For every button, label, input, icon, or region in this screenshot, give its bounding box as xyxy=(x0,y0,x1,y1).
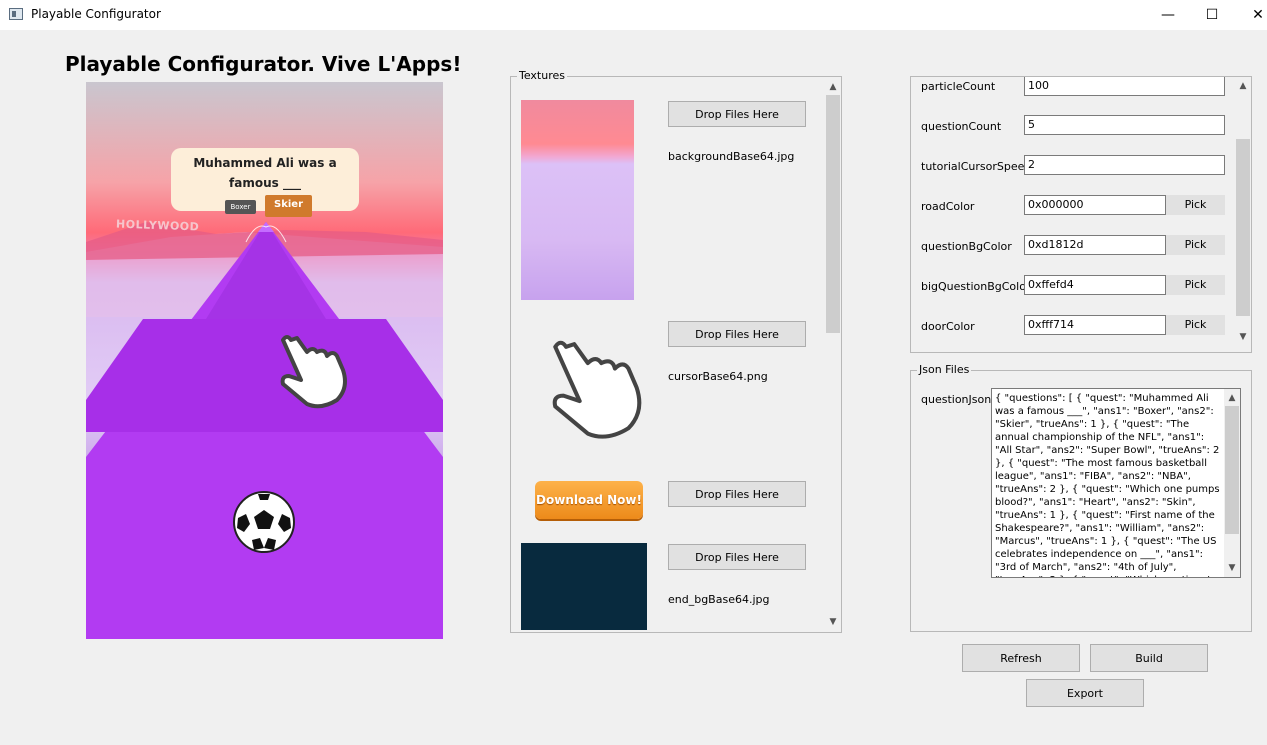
textures-scrollbar[interactable]: ▲ ▼ xyxy=(825,77,841,632)
maximize-button[interactable]: ☐ xyxy=(1189,0,1235,30)
page-title: Playable Configurator. Vive L'Apps! xyxy=(65,52,462,76)
textures-group: Textures Drop Files Here backgroundBase6… xyxy=(510,69,842,633)
road-color-input[interactable]: 0x000000 xyxy=(1024,195,1166,215)
prop-label-big-question-bg-color: bigQuestionBgColor xyxy=(921,280,1031,293)
json-scrollbar[interactable]: ▲ ▼ xyxy=(1224,389,1240,577)
texture-filename: backgroundBase64.jpg xyxy=(668,150,795,163)
door-color-input[interactable]: 0xfff714 xyxy=(1024,315,1166,335)
refresh-button[interactable]: Refresh xyxy=(962,644,1080,672)
big-question-bg-color-input[interactable]: 0xffefd4 xyxy=(1024,275,1166,295)
build-button[interactable]: Build xyxy=(1090,644,1208,672)
scroll-up-icon[interactable]: ▲ xyxy=(1224,390,1240,406)
scroll-up-icon[interactable]: ▲ xyxy=(1235,78,1251,94)
scrollbar-thumb[interactable] xyxy=(1225,406,1239,534)
close-button[interactable]: ✕ xyxy=(1235,0,1267,30)
properties-panel: particleCount 100 questionCount 5 tutori… xyxy=(910,76,1252,353)
json-files-group: Json Files questionJson { "questions": [… xyxy=(910,363,1252,632)
particle-count-input[interactable]: 100 xyxy=(1024,77,1225,96)
big-question-bg-color-pick-button[interactable]: Pick xyxy=(1166,275,1225,295)
answer-2-badge: Skier xyxy=(265,195,312,217)
scroll-down-icon[interactable]: ▼ xyxy=(1235,329,1251,345)
properties-scrollbar[interactable]: ▲ ▼ xyxy=(1235,77,1251,352)
export-button[interactable]: Export xyxy=(1026,679,1144,707)
answer-1-badge: Boxer xyxy=(225,200,256,214)
drop-files-button-end-bg[interactable]: Drop Files Here xyxy=(668,544,806,570)
door-color-pick-button[interactable]: Pick xyxy=(1166,315,1225,335)
question-count-input[interactable]: 5 xyxy=(1024,115,1225,135)
scrollbar-thumb[interactable] xyxy=(826,95,840,333)
textures-list: Drop Files Here backgroundBase64.jpg Dro… xyxy=(511,85,824,630)
prop-label-door-color: doorColor xyxy=(921,320,975,333)
prop-label-question-count: questionCount xyxy=(921,120,1002,133)
question-json-textarea[interactable]: { "questions": [ { "quest": "Muhammed Al… xyxy=(991,388,1241,578)
cursor-thumbnail-hand-icon xyxy=(552,340,642,439)
textures-group-title: Textures xyxy=(517,69,567,82)
title-bar: Playable Configurator — ☐ ✕ xyxy=(0,0,1267,30)
question-bg-color-input[interactable]: 0xd1812d xyxy=(1024,235,1166,255)
scrollbar-thumb[interactable] xyxy=(1236,139,1250,316)
json-files-group-title: Json Files xyxy=(917,363,972,376)
window-title: Playable Configurator xyxy=(31,7,161,21)
soccer-ball-icon xyxy=(233,491,295,553)
road-color-pick-button[interactable]: Pick xyxy=(1166,195,1225,215)
app-icon xyxy=(9,8,23,20)
download-now-thumbnail: Download Now! xyxy=(535,481,643,519)
cursor-hand-icon xyxy=(280,335,347,409)
background-thumbnail xyxy=(521,100,634,300)
end-bg-thumbnail xyxy=(521,543,647,630)
tutorial-cursor-speed-input[interactable]: 2 xyxy=(1024,155,1225,175)
prop-label-particle-count: particleCount xyxy=(921,80,996,93)
prop-label-road-color: roadColor xyxy=(921,200,975,213)
question-json-label: questionJson xyxy=(921,393,992,406)
prop-label-tutorial-cursor-speed: tutorialCursorSpeed xyxy=(921,160,1032,173)
drop-files-button-cursor[interactable]: Drop Files Here xyxy=(668,321,806,347)
scroll-down-icon[interactable]: ▼ xyxy=(825,614,841,630)
scroll-up-icon[interactable]: ▲ xyxy=(825,79,841,95)
drop-files-button-background[interactable]: Drop Files Here xyxy=(668,101,806,127)
game-preview: HOLLYWOOD Muhammed Ali was a famous ___ … xyxy=(86,82,443,639)
minimize-button[interactable]: — xyxy=(1145,0,1191,30)
drop-files-button-download[interactable]: Drop Files Here xyxy=(668,481,806,507)
texture-filename: end_bgBase64.jpg xyxy=(668,593,770,606)
prop-label-question-bg-color: questionBgColor xyxy=(921,240,1012,253)
texture-filename: cursorBase64.png xyxy=(668,370,768,383)
question-bg-color-pick-button[interactable]: Pick xyxy=(1166,235,1225,255)
scroll-down-icon[interactable]: ▼ xyxy=(1224,560,1240,576)
question-json-text: { "questions": [ { "quest": "Muhammed Al… xyxy=(995,393,1220,577)
